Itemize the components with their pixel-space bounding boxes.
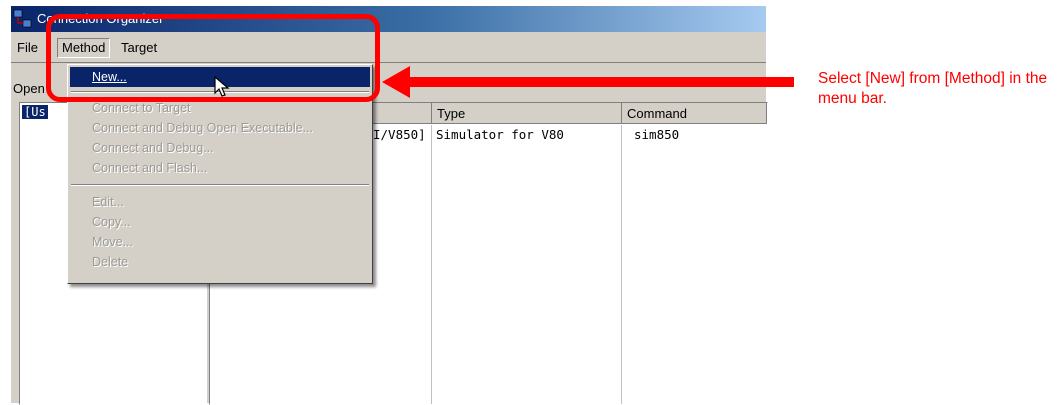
menu-item-connect-debug-open[interactable]: Connect and Debug Open Executable... bbox=[70, 118, 370, 138]
app-icon bbox=[13, 9, 32, 28]
menu-item-move[interactable]: Move... bbox=[70, 232, 370, 252]
menu-item-delete[interactable]: Delete bbox=[70, 252, 370, 272]
menu-file[interactable]: File bbox=[13, 39, 42, 57]
column-header-command[interactable]: Command bbox=[622, 103, 767, 124]
column-divider bbox=[621, 125, 622, 404]
open-label: Open bbox=[13, 81, 45, 96]
callout-arrow-icon bbox=[382, 66, 794, 98]
highlight-callout-box bbox=[46, 14, 380, 102]
row-name-cell[interactable]: I/V850] bbox=[373, 127, 426, 142]
menu-separator bbox=[71, 184, 369, 186]
menu-item-connect-flash[interactable]: Connect and Flash... bbox=[70, 158, 370, 178]
row-command-cell[interactable]: sim850 bbox=[634, 127, 679, 142]
menu-item-copy[interactable]: Copy... bbox=[70, 212, 370, 232]
column-divider bbox=[431, 125, 432, 404]
instruction-annotation: Select [New] from [Method] in the menu b… bbox=[818, 70, 1048, 107]
tree-node-selected[interactable]: [Us bbox=[22, 105, 48, 119]
menu-item-edit[interactable]: Edit... bbox=[70, 192, 370, 212]
column-header-type[interactable]: Type bbox=[432, 103, 622, 124]
row-type-cell[interactable]: Simulator for V80 bbox=[436, 127, 564, 142]
menu-item-connect-debug[interactable]: Connect and Debug... bbox=[70, 138, 370, 158]
